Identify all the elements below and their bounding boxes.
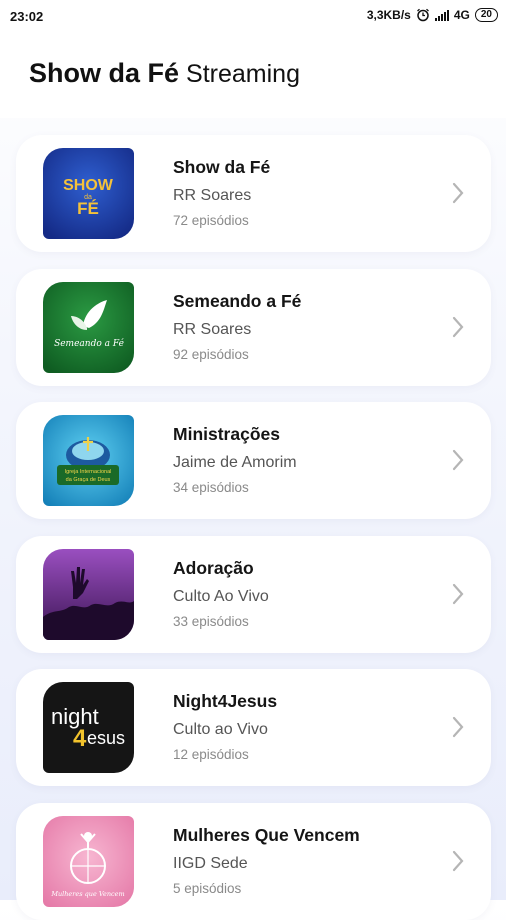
item-title: Ministrações xyxy=(173,424,280,444)
svg-text:SHOW: SHOW xyxy=(63,177,114,194)
item-episodes: 34 episódios xyxy=(173,480,249,495)
chevron-right-icon xyxy=(452,850,464,872)
svg-text:Mulheres que Vencem: Mulheres que Vencem xyxy=(50,890,124,898)
svg-text:FÉ: FÉ xyxy=(77,199,99,218)
item-title: Mulheres Que Vencem xyxy=(173,825,360,845)
chevron-right-icon xyxy=(452,449,464,471)
list-item-semeando-a-fe[interactable]: Semeando a Fé Semeando a Fé RR Soares 92… xyxy=(16,269,491,386)
item-title: Night4Jesus xyxy=(173,691,278,711)
status-bar: 23:02 3,3KB/s 4G 20 xyxy=(0,0,506,34)
list-item-ministracoes[interactable]: Igreja Internacional da Graça de Deus Mi… xyxy=(16,402,491,519)
chevron-right-icon xyxy=(452,316,464,338)
chevron-right-icon xyxy=(452,716,464,738)
list-item-show-da-fe[interactable]: SHOW da FÉ Show da Fé RR Soares 72 episó… xyxy=(16,135,491,252)
mulheres-que-vencem-thumbnail: Mulheres que Vencem xyxy=(43,816,134,907)
svg-text:da Graça de Deus: da Graça de Deus xyxy=(66,477,111,483)
signal-icon xyxy=(434,9,449,21)
item-author: RR Soares xyxy=(173,187,252,204)
item-title: Semeando a Fé xyxy=(173,291,302,311)
page-title-bold: Show da Fé xyxy=(29,58,180,88)
item-author: IIGD Sede xyxy=(173,855,248,872)
svg-text:Igreja Internacional: Igreja Internacional xyxy=(65,469,112,475)
semeando-a-fe-thumbnail: Semeando a Fé xyxy=(43,282,134,373)
ministracoes-thumbnail: Igreja Internacional da Graça de Deus xyxy=(43,415,134,506)
status-icons: 3,3KB/s 4G 20 xyxy=(367,8,498,22)
item-episodes: 5 episódios xyxy=(173,881,242,896)
item-title: Show da Fé xyxy=(173,157,271,177)
item-author: Culto Ao Vivo xyxy=(173,588,269,605)
show-da-fe-thumbnail: SHOW da FÉ xyxy=(43,148,134,239)
item-author: RR Soares xyxy=(173,321,252,338)
item-author: Culto ao Vivo xyxy=(173,721,268,738)
item-episodes: 33 episódios xyxy=(173,614,249,629)
alarm-icon xyxy=(416,8,429,22)
network-type: 4G xyxy=(453,8,470,22)
svg-text:Semeando a Fé: Semeando a Fé xyxy=(54,338,125,349)
list-item-night4jesus[interactable]: night 4 esus Night4Jesus Culto ao Vivo 1… xyxy=(16,669,491,786)
night4jesus-thumbnail: night 4 esus xyxy=(43,682,134,773)
chevron-right-icon xyxy=(452,583,464,605)
svg-text:esus: esus xyxy=(87,728,125,748)
list-item-mulheres-que-vencem[interactable]: Mulheres que Vencem Mulheres Que Vencem … xyxy=(16,803,491,920)
page-title-light: Streaming xyxy=(186,60,300,88)
item-episodes: 92 episódios xyxy=(173,347,249,362)
item-title: Adoração xyxy=(173,558,254,578)
app-header: Show da Fé Streaming xyxy=(0,34,506,118)
network-speed: 3,3KB/s xyxy=(366,8,411,22)
list-item-adoracao[interactable]: Adoração Culto Ao Vivo 33 episódios xyxy=(16,536,491,653)
item-author: Jaime de Amorim xyxy=(173,454,297,471)
battery-icon: 20 xyxy=(474,8,498,22)
item-episodes: 72 episódios xyxy=(173,213,249,228)
chevron-right-icon xyxy=(452,182,464,204)
status-time: 23:02 xyxy=(10,9,44,24)
svg-text:4: 4 xyxy=(73,725,87,752)
adoracao-thumbnail xyxy=(43,549,134,640)
page-title: Show da Fé Streaming xyxy=(29,58,300,89)
item-episodes: 12 episódios xyxy=(173,747,249,762)
